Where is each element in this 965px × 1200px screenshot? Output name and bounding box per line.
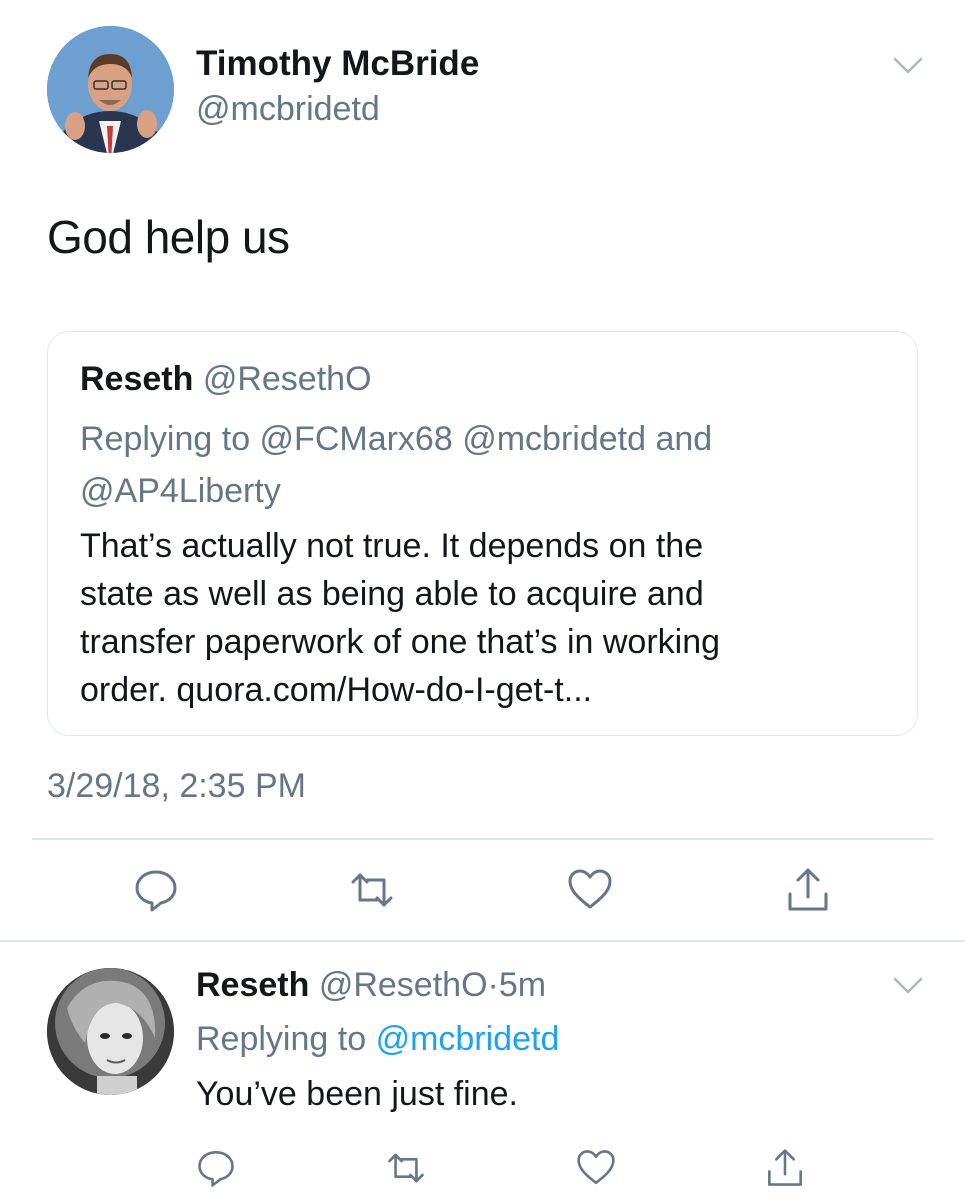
reply-author-name[interactable]: Reseth xyxy=(196,966,309,1004)
retweet-icon[interactable] xyxy=(386,1148,426,1188)
replying-to-mention[interactable]: @mcbridetd xyxy=(376,1020,560,1058)
quoted-replying-line: @AP4Liberty xyxy=(80,472,281,510)
tweet-text: God help us xyxy=(47,211,290,263)
author-avatar[interactable] xyxy=(47,26,174,153)
chevron-down-icon[interactable] xyxy=(893,976,923,996)
quoted-tweet-text: That’s actually not true. It depends on … xyxy=(80,522,900,714)
divider xyxy=(0,940,965,942)
heart-icon[interactable] xyxy=(576,1148,616,1188)
quoted-text-line: transfer paperwork of one that’s in work… xyxy=(80,623,721,661)
reply-author-avatar[interactable] xyxy=(47,968,174,1095)
reply-icon[interactable] xyxy=(133,867,179,913)
chevron-down-icon[interactable] xyxy=(893,56,923,76)
quoted-author-name: Reseth xyxy=(80,360,194,398)
quoted-replying-to: Replying to @FCMarx68 @mcbridetd and @AP… xyxy=(80,413,880,517)
quoted-text-line: state as well as being able to acquire a… xyxy=(80,575,704,613)
quoted-replying-line: Replying to @FCMarx68 @mcbridetd and xyxy=(80,420,713,458)
quoted-author-handle: @ResethO xyxy=(202,360,372,398)
share-icon[interactable] xyxy=(785,867,831,913)
reply-time: 5m xyxy=(498,966,547,1004)
tweet-timestamp[interactable]: 3/29/18, 2:35 PM xyxy=(47,767,306,806)
share-icon[interactable] xyxy=(765,1148,805,1188)
retweet-icon[interactable] xyxy=(349,867,395,913)
divider xyxy=(32,838,934,840)
author-name[interactable]: Timothy McBride xyxy=(196,44,479,84)
quoted-text-line: order. quora.com/How-do-I-get-t... xyxy=(80,671,593,709)
reply-author-handle[interactable]: @ResethO xyxy=(319,966,488,1004)
reply-text: You’ve been just fine. xyxy=(196,1075,518,1113)
quoted-author-line: Reseth @ResethO xyxy=(80,360,372,399)
heart-icon[interactable] xyxy=(567,867,613,913)
reply-author-line: Reseth @ResethO·5m xyxy=(196,966,546,1005)
reply-replying-to: Replying to @mcbridetd xyxy=(196,1020,559,1059)
quoted-text-line: That’s actually not true. It depends on … xyxy=(80,527,704,565)
reply-separator: · xyxy=(487,966,499,1004)
author-handle[interactable]: @mcbridetd xyxy=(196,90,380,129)
replying-to-label: Replying to xyxy=(196,1020,367,1058)
reply-icon[interactable] xyxy=(196,1148,236,1188)
